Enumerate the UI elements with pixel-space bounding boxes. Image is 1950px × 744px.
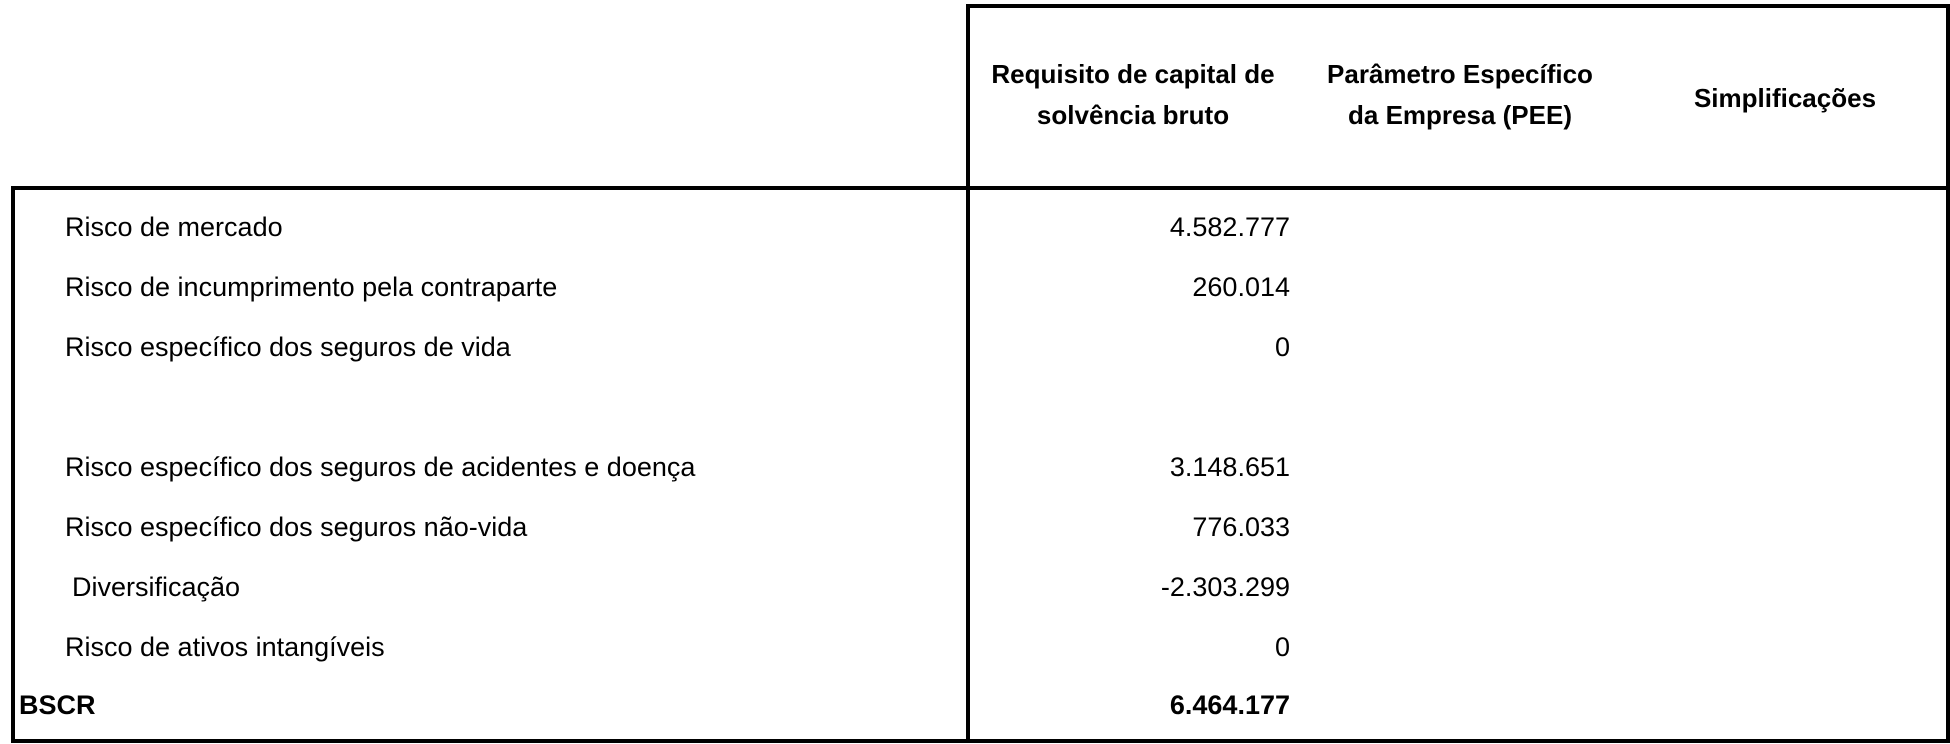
row-value: 4.582.777 xyxy=(1169,212,1290,242)
total-label: BSCR xyxy=(19,690,96,720)
table-row-non-life-risk: Risco específico dos seguros não-vida 77… xyxy=(15,497,1950,557)
table-row-market-risk: Risco de mercado 4.582.777 xyxy=(15,197,1950,257)
header-usp-line2: da Empresa (PEE) xyxy=(1348,100,1572,130)
row-label: Risco de ativos intangíveis xyxy=(65,632,385,662)
header-usp: Parâmetro Específico da Empresa (PEE) xyxy=(1300,54,1620,136)
table-row-counterparty-risk: Risco de incumprimento pela contraparte … xyxy=(15,257,1950,317)
header-gross-scr: Requisito de capital de solvência bruto xyxy=(972,54,1294,136)
total-value: 6.464.177 xyxy=(1169,690,1290,720)
row-value: 776.033 xyxy=(1192,512,1290,542)
row-value: -2.303.299 xyxy=(1160,572,1290,602)
row-label: Risco específico dos seguros não-vida xyxy=(65,512,528,542)
row-value: 0 xyxy=(1274,632,1290,662)
header-simplifications: Simplificações xyxy=(1620,78,1950,119)
row-value: 260.014 xyxy=(1192,272,1290,302)
table-row-empty xyxy=(15,377,1950,437)
row-label: Risco de incumprimento pela contraparte xyxy=(65,272,558,302)
row-value: 0 xyxy=(1274,332,1290,362)
row-label: Diversificação xyxy=(72,572,241,602)
header-gross-scr-line2: solvência bruto xyxy=(1036,100,1230,130)
table-row-intangible-risk: Risco de ativos intangíveis 0 xyxy=(15,617,1950,677)
header-gross-scr-line1: Requisito de capital de xyxy=(991,59,1275,89)
table-row-life-risk: Risco específico dos seguros de vida 0 xyxy=(15,317,1950,377)
table-row-health-risk: Risco específico dos seguros de acidente… xyxy=(15,437,1950,497)
row-label: Risco de mercado xyxy=(65,212,283,242)
table-row-diversification: Diversificação -2.303.299 xyxy=(15,557,1950,617)
table-row-total-bscr: BSCR 6.464.177 xyxy=(15,675,1950,735)
row-label: Risco específico dos seguros de acidente… xyxy=(65,452,696,482)
row-value: 3.148.651 xyxy=(1169,452,1290,482)
header-usp-line1: Parâmetro Específico xyxy=(1327,59,1593,89)
header-simplifications-label: Simplificações xyxy=(1693,83,1877,113)
row-label: Risco específico dos seguros de vida xyxy=(65,332,511,362)
